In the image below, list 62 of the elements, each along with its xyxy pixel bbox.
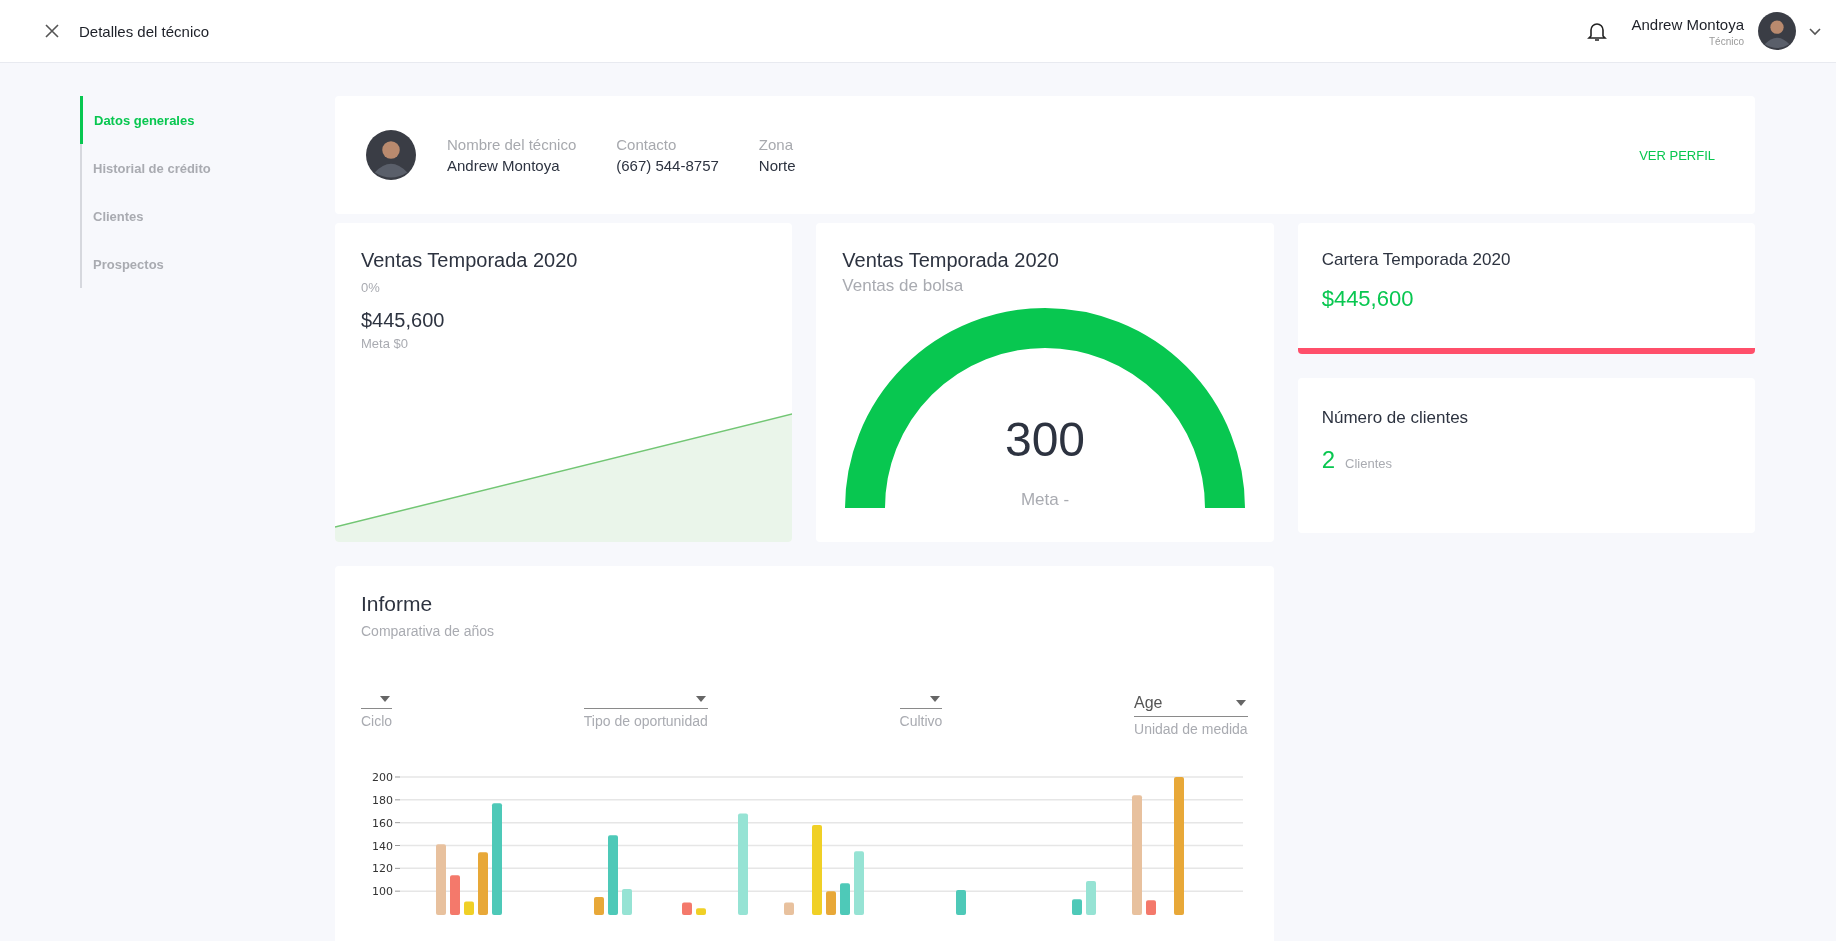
axis-tick-label: 100 xyxy=(372,885,393,899)
bar xyxy=(594,896,604,915)
card-title: Ventas Temporada 2020 xyxy=(361,249,579,272)
select-label: Tipo de oportunidad xyxy=(583,713,708,729)
close-icon[interactable] xyxy=(44,23,60,39)
bar xyxy=(854,851,864,915)
card-subtitle: Ventas de bolsa xyxy=(842,276,965,296)
field-label: Zona xyxy=(758,136,794,153)
bar xyxy=(478,852,488,915)
card-title: Cartera Temporada 2020 xyxy=(1321,250,1512,270)
bar xyxy=(696,908,706,915)
bar xyxy=(450,875,460,915)
field-value: Norte xyxy=(758,157,796,174)
percent-text: 0% xyxy=(361,280,381,295)
amount-text: $445,600 xyxy=(1321,286,1415,312)
bar xyxy=(1086,880,1096,915)
card-subtitle: Comparativa de años xyxy=(361,623,496,639)
sidebar-item[interactable]: Clientes xyxy=(80,192,335,240)
card-title: Número de clientes xyxy=(1321,408,1470,428)
gauge-goal: Meta - xyxy=(1019,490,1071,510)
user-role: Técnico xyxy=(1709,35,1744,47)
caret-icon xyxy=(1235,699,1246,706)
bar xyxy=(682,902,692,915)
bar xyxy=(956,890,966,915)
field-label: Nombre del técnico xyxy=(447,136,577,153)
bar xyxy=(622,888,632,915)
bar xyxy=(464,901,474,915)
caret-icon xyxy=(695,695,706,702)
select-label: Unidad de medida xyxy=(1134,721,1248,737)
sidebar-item[interactable]: Prospectos xyxy=(80,240,335,288)
view-profile-link[interactable]: VER PERFIL xyxy=(1639,147,1715,163)
axis-tick-label: 200 xyxy=(372,771,393,784)
client-unit: Clientes xyxy=(1345,456,1392,471)
select-field[interactable]: Age xyxy=(1134,689,1248,717)
amount-text: $445,600 xyxy=(361,309,446,332)
axis-tick-label: 140 xyxy=(372,839,393,853)
caret-icon xyxy=(930,695,941,702)
bar xyxy=(826,891,836,915)
card-title: Ventas Temporada 2020 xyxy=(842,249,1060,272)
bar xyxy=(436,844,446,915)
card-title: Informe xyxy=(361,592,434,616)
axis-tick-label: 180 xyxy=(372,793,393,807)
page-title: Detalles del técnico xyxy=(79,22,210,40)
avatar xyxy=(366,130,416,180)
select-label: Ciclo xyxy=(361,713,393,729)
field-value: (667) 544-8757 xyxy=(616,157,719,174)
field-value: Andrew Montoya xyxy=(447,157,561,174)
axis-tick-label: 160 xyxy=(372,816,393,830)
client-count: 2 xyxy=(1321,446,1335,474)
bar xyxy=(1072,899,1082,915)
bar xyxy=(840,883,850,915)
gauge-value: 300 xyxy=(1003,412,1087,467)
bar xyxy=(784,902,794,915)
avatar xyxy=(1758,12,1796,50)
axis-tick-label: 120 xyxy=(372,862,393,876)
bar xyxy=(1146,900,1156,915)
user-name: Andrew Montoya xyxy=(1631,15,1744,33)
sidebar-item[interactable]: Historial de crédito xyxy=(80,144,335,192)
caret-icon xyxy=(380,695,391,702)
goal-text: Meta $0 xyxy=(361,336,409,351)
select-label: Cultivo xyxy=(899,713,943,729)
field-label: Contacto xyxy=(616,136,678,153)
